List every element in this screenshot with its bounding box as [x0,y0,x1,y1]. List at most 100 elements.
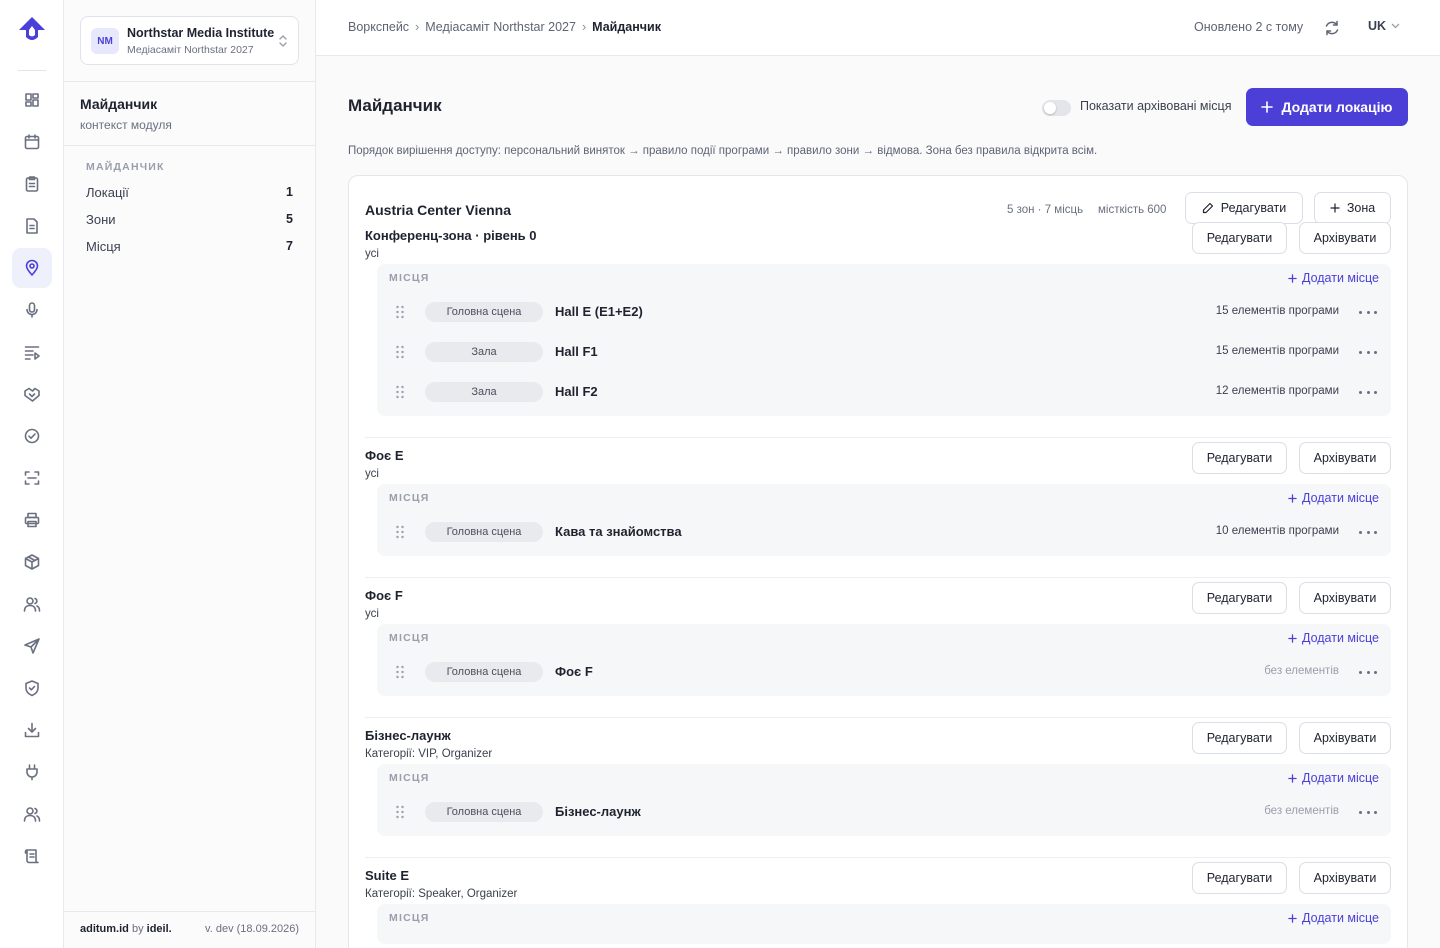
archive-zone-button[interactable]: Архівувати [1299,222,1391,254]
places-header: МІСЦЯ [389,912,430,924]
place-type-badge: Головна сцена [425,662,543,682]
location-pin-icon [25,259,39,276]
edit-zone-button[interactable]: Редагувати [1192,862,1287,894]
place-row[interactable]: Головна сцена Бізнес-лаунж без елементів [377,792,1391,832]
refresh-icon[interactable] [1322,18,1342,38]
drag-handle-icon[interactable] [395,345,405,359]
edit-zone-button[interactable]: Редагувати [1192,722,1287,754]
zone-access: усі [365,608,379,620]
archive-zone-button[interactable]: Архівувати [1299,862,1391,894]
breadcrumb-workspace[interactable]: Воркспейс [348,20,409,34]
drag-handle-icon[interactable] [395,525,405,539]
drag-handle-icon[interactable] [395,305,405,319]
more-icon[interactable] [1359,384,1377,400]
places-panel: МІСЦЯ Додати місце Головна сцена Кава та зн… [377,484,1391,556]
more-icon[interactable] [1359,304,1377,320]
zone-access: Категорії: Speaker, Organizer [365,888,518,900]
logo-icon[interactable] [16,15,48,45]
rail-item-clipboard[interactable] [12,164,52,204]
edit-zone-label: Редагувати [1206,731,1273,745]
add-place-button[interactable]: Додати місце [1288,271,1379,285]
archive-zone-button[interactable]: Архівувати [1299,442,1391,474]
place-row[interactable]: Головна сцена Кава та знайомства 10 елемен… [377,512,1391,552]
archive-zone-button[interactable]: Архівувати [1299,722,1391,754]
add-place-button[interactable]: Додати місце [1288,911,1379,925]
zone-access: усі [365,468,379,480]
document-icon [26,218,38,234]
place-program-count: 15 елементів програми [1215,305,1339,317]
place-name: Бізнес-лаунж [555,804,641,819]
place-row[interactable]: Головна сцена Фоє F без елементів [377,652,1391,692]
places-header: МІСЦЯ [389,492,430,504]
add-zone-button[interactable]: Зона [1314,192,1391,224]
place-program-count: без елементів [1264,805,1339,817]
zone-name: Фоє E [365,448,404,463]
rail-item-location-pin[interactable] [12,248,52,288]
rail-item-users[interactable] [12,584,52,624]
archive-zone-button[interactable]: Архівувати [1299,582,1391,614]
zone-divider [365,577,1391,578]
place-program-count: 15 елементів програми [1215,345,1339,357]
add-location-button[interactable]: Додати локацію [1246,88,1408,126]
edit-zone-button[interactable]: Редагувати [1192,222,1287,254]
show-archived-label[interactable]: Показати архівовані місця [1080,99,1231,113]
add-place-button[interactable]: Додати місце [1288,631,1379,645]
rail-item-check-circle[interactable] [12,416,52,456]
rail-item-calendar[interactable] [12,122,52,162]
place-row[interactable]: Зала Hall F2 12 елементів програми [377,372,1391,412]
calendar-icon [24,134,40,150]
show-archived-toggle[interactable] [1042,100,1071,116]
rail-item-send[interactable] [12,626,52,666]
org-switcher[interactable]: NM Northstar Media Institute Медіасаміт … [80,16,299,65]
archive-zone-label: Архівувати [1313,731,1377,745]
location-name: Austria Center Vienna [365,202,512,218]
rail-item-agenda-list[interactable] [12,332,52,372]
rail-item-package[interactable] [12,542,52,582]
rail-item-microphone[interactable] [12,290,52,330]
send-icon [24,638,40,654]
nav-item-zones[interactable]: Зони 5 [80,207,299,231]
edit-zone-button[interactable]: Редагувати [1192,442,1287,474]
brand-name[interactable]: aditum.id [80,923,129,935]
zone-name: Конференц-зона · рівень 0 [365,228,537,243]
place-name: Hall F1 [555,344,598,359]
add-place-button[interactable]: Додати місце [1288,491,1379,505]
rail-item-handshake[interactable] [12,374,52,414]
add-place-button[interactable]: Додати місце [1288,771,1379,785]
more-icon[interactable] [1359,664,1377,680]
module-subtitle: контекст модуля [80,118,172,132]
nav-item-count: 1 [286,185,293,199]
place-type-badge: Зала [425,342,543,362]
archive-zone-label: Архівувати [1313,231,1377,245]
rail-item-plug[interactable] [12,752,52,792]
breadcrumb-event[interactable]: Медіасаміт Northstar 2027 [425,20,576,34]
drag-handle-icon[interactable] [395,805,405,819]
place-row[interactable]: Зала Hall F1 15 елементів програми [377,332,1391,372]
nav-item-places[interactable]: Місця 7 [80,234,299,258]
more-icon[interactable] [1359,524,1377,540]
users-icon [23,597,41,612]
more-icon[interactable] [1359,804,1377,820]
more-icon[interactable] [1359,344,1377,360]
edit-location-button[interactable]: Редагувати [1185,192,1303,224]
rail-item-document[interactable] [12,206,52,246]
rail-item-printer[interactable] [12,500,52,540]
printer-icon [24,512,40,528]
breadcrumb-separator: › [581,20,587,34]
rail-item-people[interactable] [12,794,52,834]
drag-handle-icon[interactable] [395,385,405,399]
places-panel: МІСЦЯ Додати місце [377,904,1391,944]
language-select[interactable]: UK [1368,19,1400,33]
edit-zone-button[interactable]: Редагувати [1192,582,1287,614]
place-row[interactable]: Головна сцена Hall E (E1+E2) 15 елементів … [377,292,1391,332]
nav-item-locations[interactable]: Локації 1 [80,180,299,204]
rail-item-scroll[interactable] [12,836,52,876]
rail-item-shield-check[interactable] [12,668,52,708]
rail-item-dashboard[interactable] [12,80,52,120]
rail-item-scan[interactable] [12,458,52,498]
add-location-label: Додати локацію [1281,99,1393,115]
vendor-name[interactable]: ideil. [147,923,172,935]
rail-item-download[interactable] [12,710,52,750]
drag-handle-icon[interactable] [395,665,405,679]
archive-zone-label: Архівувати [1313,871,1377,885]
